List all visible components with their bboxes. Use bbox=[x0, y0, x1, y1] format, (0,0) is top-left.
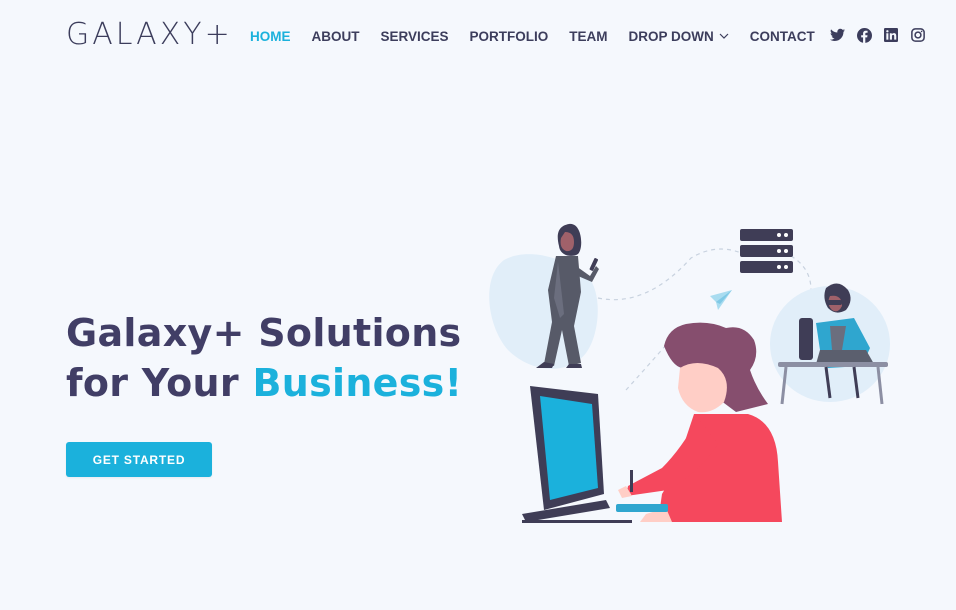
hero-title: Galaxy+ Solutions for Your Business! bbox=[66, 308, 462, 408]
nav-item-portfolio[interactable]: PORTFOLIO bbox=[470, 29, 549, 44]
chevron-down-icon bbox=[719, 33, 729, 39]
get-started-button[interactable]: GET STARTED bbox=[66, 442, 212, 477]
nav-item-label: CONTACT bbox=[749, 28, 815, 44]
nav-item-dropdown[interactable]: DROP DOWN bbox=[629, 29, 729, 44]
hero-title-line2-prefix: for Your bbox=[66, 361, 253, 405]
twitter-icon[interactable] bbox=[829, 27, 845, 43]
instagram-icon[interactable] bbox=[910, 27, 926, 43]
logo[interactable]: GALAXY+ bbox=[66, 17, 233, 53]
hero-title-accent: Business! bbox=[252, 361, 463, 405]
nav-item-contact[interactable]: CONTACT bbox=[750, 29, 815, 44]
nav-item-label: PORTFOLIO bbox=[469, 28, 549, 44]
site-header: GALAXY+ HOME ABOUT SERVICES PORTFOLIO TE… bbox=[0, 0, 956, 72]
hero-illustration bbox=[489, 223, 890, 523]
main-nav: HOME ABOUT SERVICES PORTFOLIO TEAM DROP … bbox=[250, 27, 836, 45]
nav-item-home[interactable]: HOME bbox=[250, 29, 291, 44]
nav-item-label: HOME bbox=[250, 28, 291, 44]
nav-item-label: ABOUT bbox=[311, 28, 360, 44]
hero-title-line1: Galaxy+ Solutions bbox=[66, 311, 462, 355]
nav-item-label: TEAM bbox=[569, 28, 608, 44]
facebook-icon[interactable] bbox=[856, 27, 872, 43]
nav-item-label: SERVICES bbox=[380, 28, 449, 44]
social-links bbox=[829, 27, 937, 43]
linkedin-icon[interactable] bbox=[883, 27, 899, 43]
server-icon bbox=[740, 229, 793, 273]
nav-item-about[interactable]: ABOUT bbox=[312, 29, 360, 44]
nav-item-label: DROP DOWN bbox=[628, 28, 714, 44]
nav-item-team[interactable]: TEAM bbox=[569, 29, 607, 44]
nav-item-services[interactable]: SERVICES bbox=[381, 29, 449, 44]
